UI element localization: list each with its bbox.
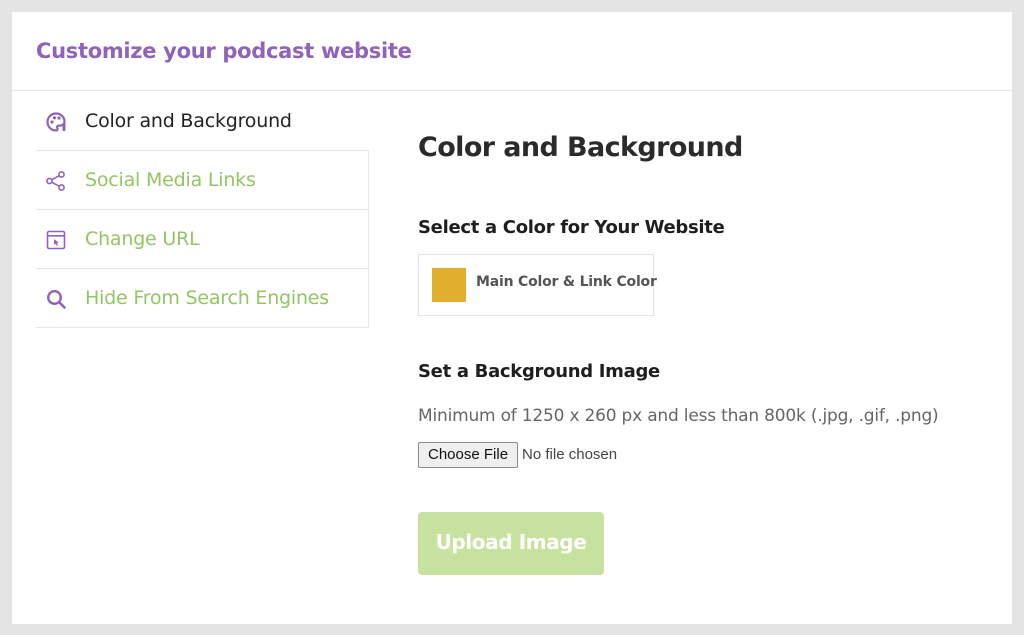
color-picker-label: Main Color & Link Color [476,274,657,290]
sidebar-item-label: Color and Background [85,110,292,132]
sidebar-item-label: Hide From Search Engines [85,287,329,309]
main-color-picker[interactable]: Main Color & Link Color [418,254,657,316]
sidebar: Color and Background Social Media Links [36,92,369,328]
file-status: No file chosen [522,446,618,463]
sidebar-item-hide-from-search-engines[interactable]: Hide From Search Engines [36,269,369,328]
palette-icon [45,111,67,133]
background-section-heading: Set a Background Image [418,361,660,382]
choose-file-button[interactable]: Choose File [418,442,519,468]
background-image-hint: Minimum of 1250 x 260 px and less than 8… [418,406,939,426]
sidebar-item-label: Change URL [85,228,200,250]
sidebar-item-social-media-links[interactable]: Social Media Links [36,151,369,210]
color-swatch[interactable] [432,268,466,302]
search-icon [45,288,67,310]
sidebar-item-change-url[interactable]: Change URL [36,210,369,269]
sidebar-item-color-background[interactable]: Color and Background [36,92,369,151]
sidebar-item-label: Social Media Links [85,169,256,191]
file-input: Choose File No file chosen [418,442,617,468]
upload-image-label: Upload Image [435,530,587,554]
color-section-heading: Select a Color for Your Website [418,217,725,238]
share-icon [45,170,67,192]
page-title: Customize your podcast website [36,39,412,63]
customize-panel: Customize your podcast website Color and… [12,12,1012,624]
section-title: Color and Background [418,132,743,163]
panel-header: Customize your podcast website [12,12,1012,91]
upload-image-button[interactable]: Upload Image [418,512,604,575]
browser-window-icon [45,229,67,251]
